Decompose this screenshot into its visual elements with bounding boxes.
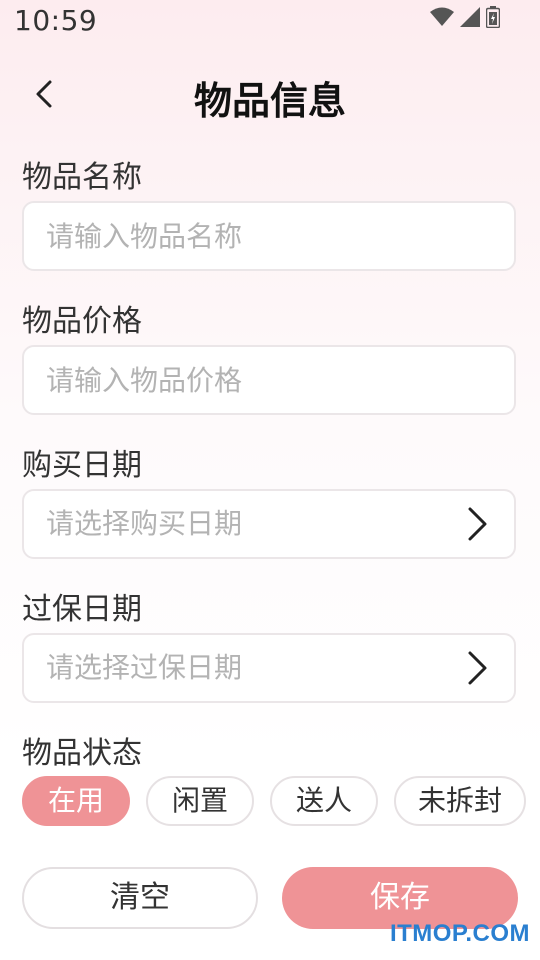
clear-button[interactable]: 清空 <box>22 867 258 929</box>
chevron-right-icon <box>458 650 494 686</box>
item-name-input[interactable] <box>24 203 514 269</box>
item-price-field <box>22 345 516 415</box>
item-status-label: 物品状态 <box>22 736 142 771</box>
item-status-options: 在用 闲置 送人 未拆封 <box>22 776 527 826</box>
status-icons <box>430 6 500 28</box>
status-chip-idle[interactable]: 闲置 <box>146 776 254 826</box>
status-chip-gifted[interactable]: 送人 <box>270 776 378 826</box>
wifi-icon <box>430 7 454 27</box>
warranty-date-label: 过保日期 <box>22 592 142 627</box>
item-price-input[interactable] <box>24 347 514 413</box>
status-chip-in-use[interactable]: 在用 <box>22 776 130 826</box>
item-name-field <box>22 201 516 271</box>
item-price-label: 物品价格 <box>22 304 142 339</box>
status-chip-unopened[interactable]: 未拆封 <box>394 776 527 826</box>
battery-icon <box>486 6 500 28</box>
watermark: ITMOP.COM <box>389 920 530 947</box>
status-time: 10:59 <box>14 4 98 37</box>
signal-icon <box>460 7 480 27</box>
status-bar: 10:59 <box>0 0 540 44</box>
purchase-date-placeholder: 请选择购买日期 <box>46 507 243 540</box>
chevron-right-icon <box>458 506 494 542</box>
page-title: 物品信息 <box>193 79 346 123</box>
item-name-label: 物品名称 <box>22 160 142 195</box>
header: 物品信息 <box>0 60 540 132</box>
warranty-date-picker[interactable]: 请选择过保日期 <box>22 633 516 703</box>
purchase-date-picker[interactable]: 请选择购买日期 <box>22 489 516 559</box>
purchase-date-label: 购买日期 <box>22 448 142 483</box>
warranty-date-placeholder: 请选择过保日期 <box>46 651 243 684</box>
